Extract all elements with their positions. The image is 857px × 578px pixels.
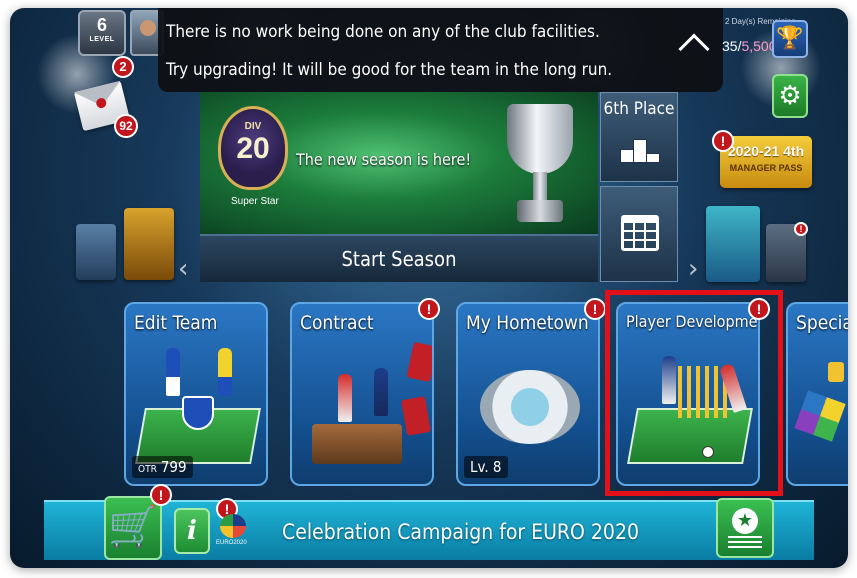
mail-count-badge: 92 bbox=[114, 114, 138, 138]
place-label: 6th Place bbox=[603, 99, 675, 119]
euro-logo-label: EURO2020 bbox=[216, 540, 247, 546]
pass-points: 35/5,500 bbox=[722, 38, 777, 54]
card-title: My Hometown bbox=[466, 312, 589, 334]
cart-icon: 🛒 bbox=[108, 504, 158, 550]
edit-team-card[interactable]: Edit Team OTR 799 bbox=[124, 302, 268, 486]
division-badge: DIV 20 bbox=[218, 106, 288, 190]
division-label: DIV bbox=[244, 121, 262, 132]
my-hometown-card[interactable]: My Hometown Lv. 8 bbox=[456, 302, 600, 486]
team-rating: OTR 799 bbox=[132, 456, 193, 478]
shop-button[interactable]: 🛒 bbox=[104, 496, 162, 560]
campaign-banner-text[interactable]: Celebration Campaign for EURO 2020 bbox=[282, 520, 639, 544]
card-title: Edit Team bbox=[134, 312, 218, 334]
euro-2020-logo: EURO2020 bbox=[216, 510, 248, 550]
tooltip-line-2: Try upgrading! It will be good for the t… bbox=[166, 60, 613, 80]
tag-icon bbox=[401, 396, 431, 436]
chevron-left-icon[interactable]: ‹ bbox=[178, 254, 188, 284]
trophy-icon: 🏆 bbox=[776, 26, 804, 51]
manager-pass-subtitle: MANAGER PASS bbox=[729, 163, 803, 173]
level-badge[interactable]: 6 LEVEL bbox=[78, 10, 126, 56]
rating-value: 799 bbox=[160, 458, 187, 476]
level-label: LEVEL bbox=[89, 36, 115, 43]
season-banner[interactable]: DIV 20 Super Star The new season is here… bbox=[200, 92, 598, 234]
home-kit-icon bbox=[166, 348, 180, 396]
special-card[interactable]: Specia bbox=[786, 302, 848, 486]
info-button[interactable]: i bbox=[174, 508, 210, 554]
calendar-icon bbox=[621, 215, 659, 251]
contract-card[interactable]: Contract bbox=[290, 302, 434, 486]
card-title: Contract bbox=[300, 312, 374, 334]
info-icon: i bbox=[187, 516, 197, 546]
lock-icon bbox=[828, 362, 844, 382]
rating-prefix: OTR bbox=[138, 464, 157, 475]
league-place-button[interactable]: 6th Place bbox=[600, 92, 678, 182]
manager-pass-alert-icon: ! bbox=[712, 130, 734, 152]
podium-icon bbox=[620, 133, 660, 163]
manager-pass-button[interactable]: 2020-21 4th MANAGER PASS bbox=[720, 136, 812, 188]
player-icon bbox=[338, 374, 352, 422]
tag-icon bbox=[406, 341, 432, 383]
settings-button[interactable]: ⚙ bbox=[772, 74, 808, 118]
ticket-lines-icon bbox=[728, 536, 762, 550]
points-current: 35 bbox=[722, 38, 738, 54]
ticket-button[interactable]: ★ bbox=[716, 498, 774, 558]
hometown-level: Lv. 8 bbox=[464, 456, 508, 478]
tooltip-line-1: There is no work being done on any of th… bbox=[166, 22, 600, 42]
contract-alert-icon: ! bbox=[418, 298, 440, 320]
highlight-box bbox=[605, 290, 783, 496]
desk-icon bbox=[312, 424, 402, 464]
gear-icon: ⚙ bbox=[778, 81, 802, 111]
calendar-button[interactable] bbox=[600, 186, 678, 282]
manager-icon bbox=[374, 368, 388, 416]
facility-tooltip: There is no work being done on any of th… bbox=[158, 8, 723, 92]
card-title: Specia bbox=[796, 312, 848, 334]
away-kit-icon bbox=[218, 348, 232, 396]
division-number: 20 bbox=[236, 132, 270, 165]
thumbnail-alert-icon: ! bbox=[794, 222, 808, 236]
star-icon: ★ bbox=[732, 508, 758, 534]
season-message: The new season is here! bbox=[296, 150, 472, 169]
chevron-right-icon[interactable]: › bbox=[688, 254, 698, 284]
cube-icon bbox=[794, 390, 846, 442]
start-season-button[interactable]: Start Season bbox=[200, 234, 598, 282]
event-thumbnail-1[interactable] bbox=[76, 224, 116, 280]
hometown-alert-icon: ! bbox=[584, 298, 606, 320]
notification-badge: 2 bbox=[112, 56, 134, 78]
trophy-button[interactable]: 🏆 bbox=[772, 20, 808, 58]
stadium-icon bbox=[480, 370, 580, 444]
euro-thumbnail[interactable] bbox=[706, 206, 760, 282]
shop-alert-icon: ! bbox=[150, 484, 172, 506]
event-thumbnail-2[interactable] bbox=[124, 208, 174, 280]
manager-pass-title: 2020-21 4th bbox=[727, 143, 805, 159]
chevron-up-icon[interactable] bbox=[678, 33, 710, 65]
euro-ball-icon bbox=[220, 514, 246, 538]
trophy-cup-icon bbox=[495, 98, 585, 228]
level-number: 6 bbox=[96, 15, 107, 35]
rank-title: Super Star bbox=[231, 196, 279, 207]
club-crest-icon bbox=[182, 396, 214, 430]
